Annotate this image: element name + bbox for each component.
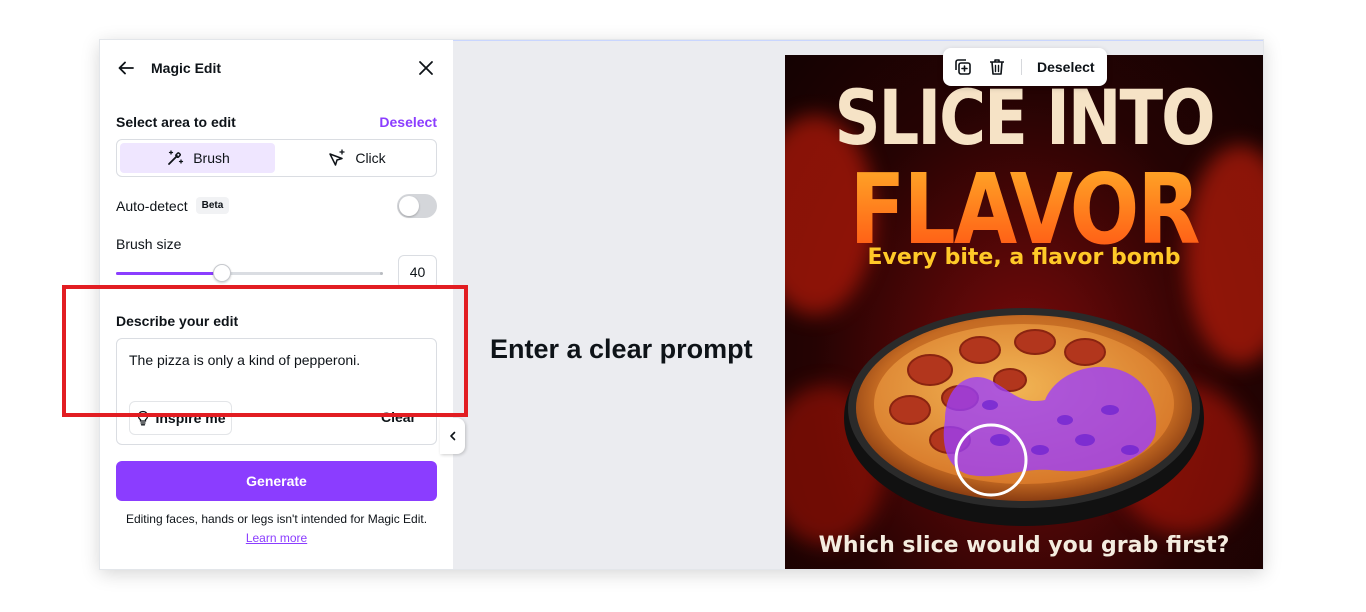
slider-thumb[interactable] xyxy=(213,264,232,282)
generate-button[interactable]: Generate xyxy=(116,461,437,501)
design-poster[interactable]: SLICE INTO FLAVOR Every bite, a flavor b… xyxy=(785,55,1263,569)
sparkle-cursor-icon xyxy=(329,149,345,166)
poster-headline-line1: SLICE INTO xyxy=(834,75,1215,163)
disclaimer-text: Editing faces, hands or legs isn't inten… xyxy=(125,512,428,526)
learn-more-link[interactable]: Learn more xyxy=(100,531,453,545)
collapse-panel-button[interactable] xyxy=(440,418,465,454)
slider-fill xyxy=(116,272,223,275)
click-mode-button[interactable]: Click xyxy=(279,143,434,173)
panel-title: Magic Edit xyxy=(151,60,222,76)
trash-icon[interactable] xyxy=(987,57,1007,77)
close-icon[interactable] xyxy=(416,58,436,78)
brush-mode-label: Brush xyxy=(193,150,230,166)
highlight-box xyxy=(62,285,468,417)
poster-subheadline: Every bite, a flavor bomb xyxy=(867,245,1181,270)
deselect-link[interactable]: Deselect xyxy=(379,114,437,130)
beta-badge: Beta xyxy=(195,197,230,214)
element-toolbar: Deselect xyxy=(943,48,1107,86)
pizza-image xyxy=(844,308,1204,526)
switch-knob xyxy=(399,196,419,216)
selection-mode-toggle: Brush Click xyxy=(116,139,437,177)
brush-mode-button[interactable]: Brush xyxy=(120,143,275,173)
panel-header: Magic Edit xyxy=(116,58,436,78)
brush-size-input[interactable]: 40 xyxy=(398,255,437,289)
auto-detect-row: Auto-detect Beta xyxy=(116,197,230,214)
toolbar-deselect-button[interactable]: Deselect xyxy=(1037,59,1095,75)
poster-bottom-text: Which slice would you grab first? xyxy=(818,533,1230,558)
select-area-title: Select area to edit xyxy=(116,114,236,130)
chevron-left-icon xyxy=(449,431,455,441)
slider-end-dot xyxy=(380,272,383,275)
annotation-text: Enter a clear prompt xyxy=(490,334,753,364)
auto-detect-switch[interactable] xyxy=(397,194,437,218)
brush-size-slider[interactable] xyxy=(116,264,382,282)
auto-detect-label: Auto-detect xyxy=(116,197,188,214)
toolbar-separator xyxy=(1021,59,1022,75)
magic-brush-icon xyxy=(168,150,184,165)
click-mode-label: Click xyxy=(355,150,386,166)
duplicate-icon[interactable] xyxy=(953,57,973,77)
back-arrow-icon[interactable] xyxy=(116,58,136,78)
brush-size-label: Brush size xyxy=(116,236,182,252)
